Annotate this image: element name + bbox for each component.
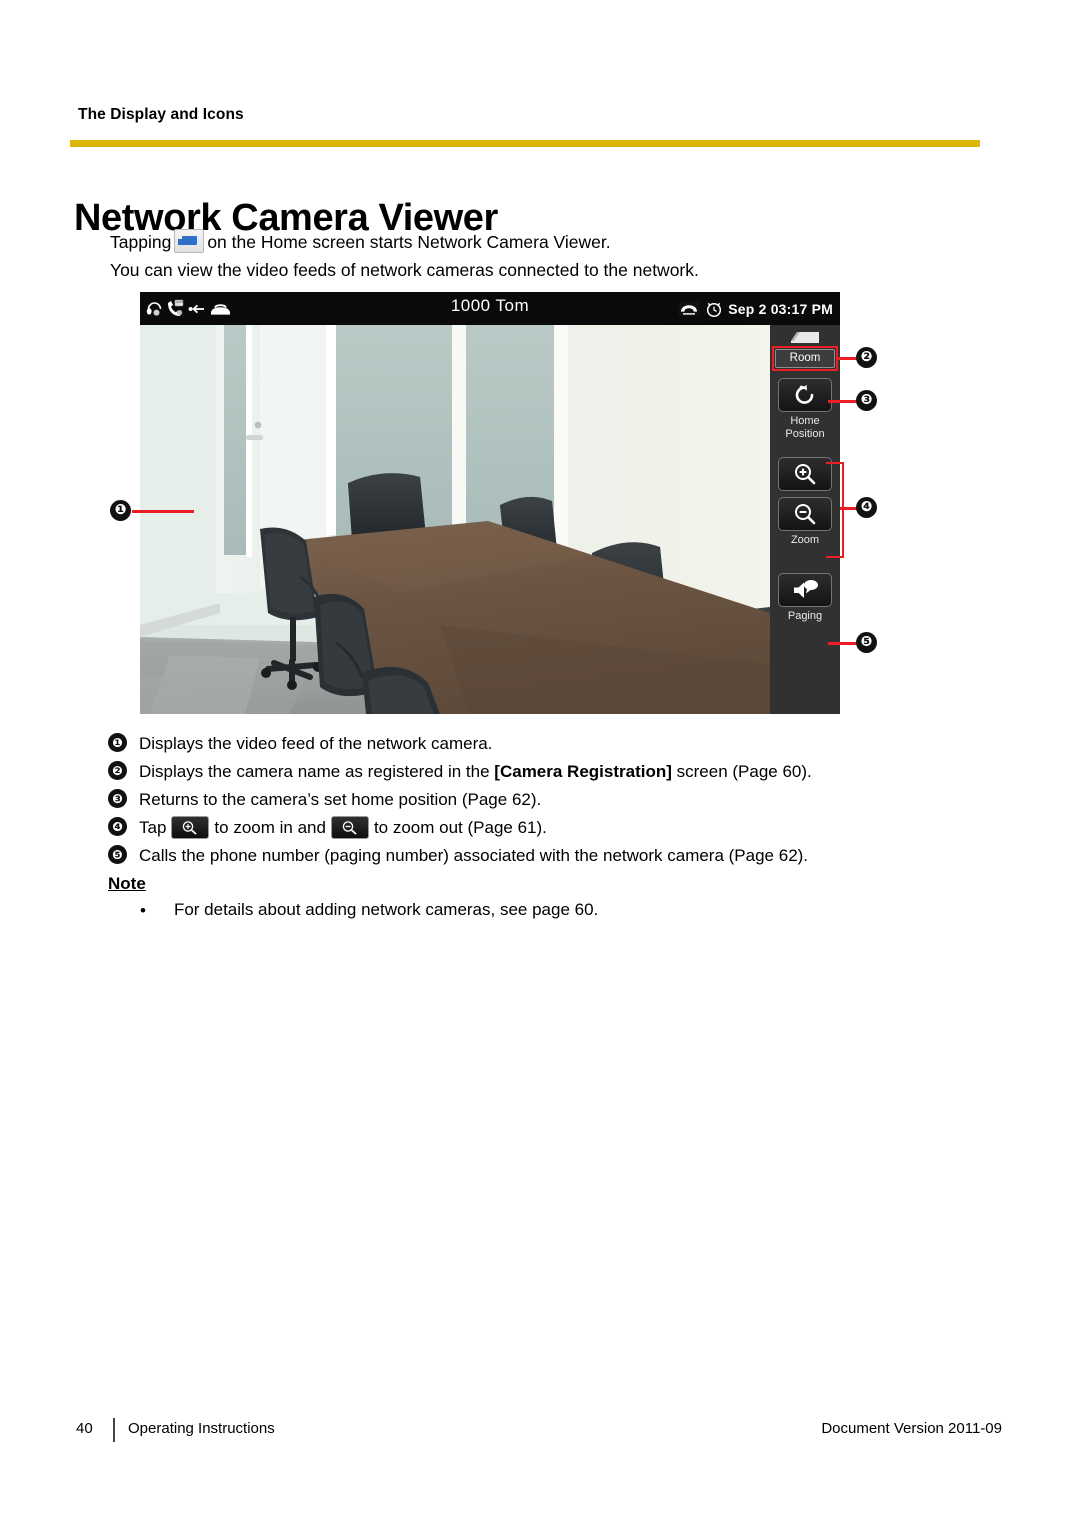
legend-text-2-bold: [Camera Registration] [494, 762, 672, 781]
legend-bullet-5: ❺ [108, 845, 127, 864]
camera-icon [785, 329, 825, 347]
callout-marker-3: ❸ [856, 390, 877, 411]
header-divider-rule [70, 140, 980, 147]
zoom-out-icon [793, 502, 817, 526]
home-position-icon [793, 383, 817, 407]
zoom-in-icon [171, 816, 210, 839]
legend-bullet-1: ❶ [108, 733, 127, 752]
intro-line-2: You can view the video feeds of network … [110, 260, 699, 280]
legend-text-1: Displays the video feed of the network c… [139, 734, 493, 753]
callout-leader-1 [132, 510, 194, 513]
intro-line-1: Tapping on the Home screen starts Network… [110, 228, 910, 256]
footer-label: Operating Instructions [128, 1420, 275, 1437]
legend-text-3: Returns to the camera’s set home positio… [139, 790, 542, 809]
legend-text-5: Calls the phone number (paging number) a… [139, 846, 809, 865]
missed-call-icon [678, 300, 700, 317]
legend-item-4: ❹ Tap to zoom in and to zoom out (Page 61)… [108, 814, 938, 842]
device-status-bar: 1000 Tom Sep 2 03:17 PM [140, 292, 840, 325]
footer-divider [113, 1418, 115, 1442]
legend-text-4a: Tap [139, 818, 167, 837]
intro-line-1-after: on the Home screen starts Network Camera… [207, 232, 611, 252]
legend-list: ❶ Displays the video feed of the network… [108, 730, 938, 870]
legend-text-2a: Displays the camera name as registered i… [139, 762, 495, 781]
callout-marker-2: ❷ [856, 347, 877, 368]
zoom-out-button[interactable] [778, 497, 832, 531]
footer-page-number: 40 [76, 1420, 93, 1437]
legend-bullet-4: ❹ [108, 817, 127, 836]
callout-marker-5: ❺ [856, 632, 877, 653]
note-item: • For details about adding network camer… [140, 900, 598, 922]
callout-marker-1: ❶ [110, 500, 131, 521]
intro-line-1-before: Tapping [110, 232, 172, 252]
callout-leader-3 [828, 400, 858, 403]
note-bullet: • [140, 901, 146, 920]
alarm-clock-icon [705, 300, 723, 318]
zoom-label: Zoom [790, 534, 820, 546]
note-text: For details about adding network cameras… [173, 900, 599, 919]
legend-item-2: ❷ Displays the camera name as registered… [108, 758, 938, 786]
status-bar-datetime: Sep 2 03:17 PM [728, 300, 833, 317]
legend-item-5: ❺ Calls the phone number (paging number)… [108, 842, 938, 870]
paging-button[interactable] [778, 573, 832, 607]
legend-text-2: Displays the camera name as registered i… [139, 758, 812, 786]
running-head: The Display and Icons [78, 106, 244, 123]
legend-text-2b: screen (Page 60). [671, 762, 812, 781]
page-footer: 40 Operating Instructions Document Versi… [0, 1418, 1080, 1450]
legend-bullet-2: ❷ [108, 761, 127, 780]
zoom-in-icon [793, 462, 817, 486]
home-position-label-line2: Position [785, 428, 825, 440]
home-position-label: Home Position [785, 415, 824, 441]
callout-bracket-4 [826, 462, 844, 558]
callout-leader-2 [836, 357, 858, 360]
intro-paragraph: Tapping on the Home screen starts Network… [110, 228, 910, 284]
callout-leader-5 [828, 642, 858, 645]
home-position-button[interactable] [778, 378, 832, 412]
paging-speaker-icon [791, 578, 819, 602]
home-position-label-line1: Home [790, 415, 820, 427]
device-screenshot: 1000 Tom Sep 2 03:17 PM Room Home Positi… [140, 292, 840, 714]
video-feed [140, 325, 770, 714]
zoom-in-button[interactable] [778, 457, 832, 491]
network-camera-app-icon [174, 229, 205, 253]
note-heading: Note [108, 874, 146, 893]
zoom-out-icon [330, 816, 369, 839]
legend-bullet-3: ❸ [108, 789, 127, 808]
callout-marker-4: ❹ [856, 497, 877, 518]
legend-text-4: Tap to zoom in and to zoom out (Page 61). [139, 814, 547, 842]
legend-item-1: ❶ Displays the video feed of the network… [108, 730, 938, 758]
footer-document-version: Document Version 2011-09 [821, 1420, 1002, 1437]
legend-item-3: ❸ Returns to the camera’s set home posit… [108, 786, 938, 814]
legend-text-4c: to zoom out (Page 61). [373, 818, 547, 837]
paging-label: Paging [787, 610, 823, 622]
camera-name-label: Room [772, 346, 838, 371]
legend-text-4b: to zoom in and [214, 818, 326, 837]
status-bar-right: Sep 2 03:17 PM [678, 296, 833, 321]
